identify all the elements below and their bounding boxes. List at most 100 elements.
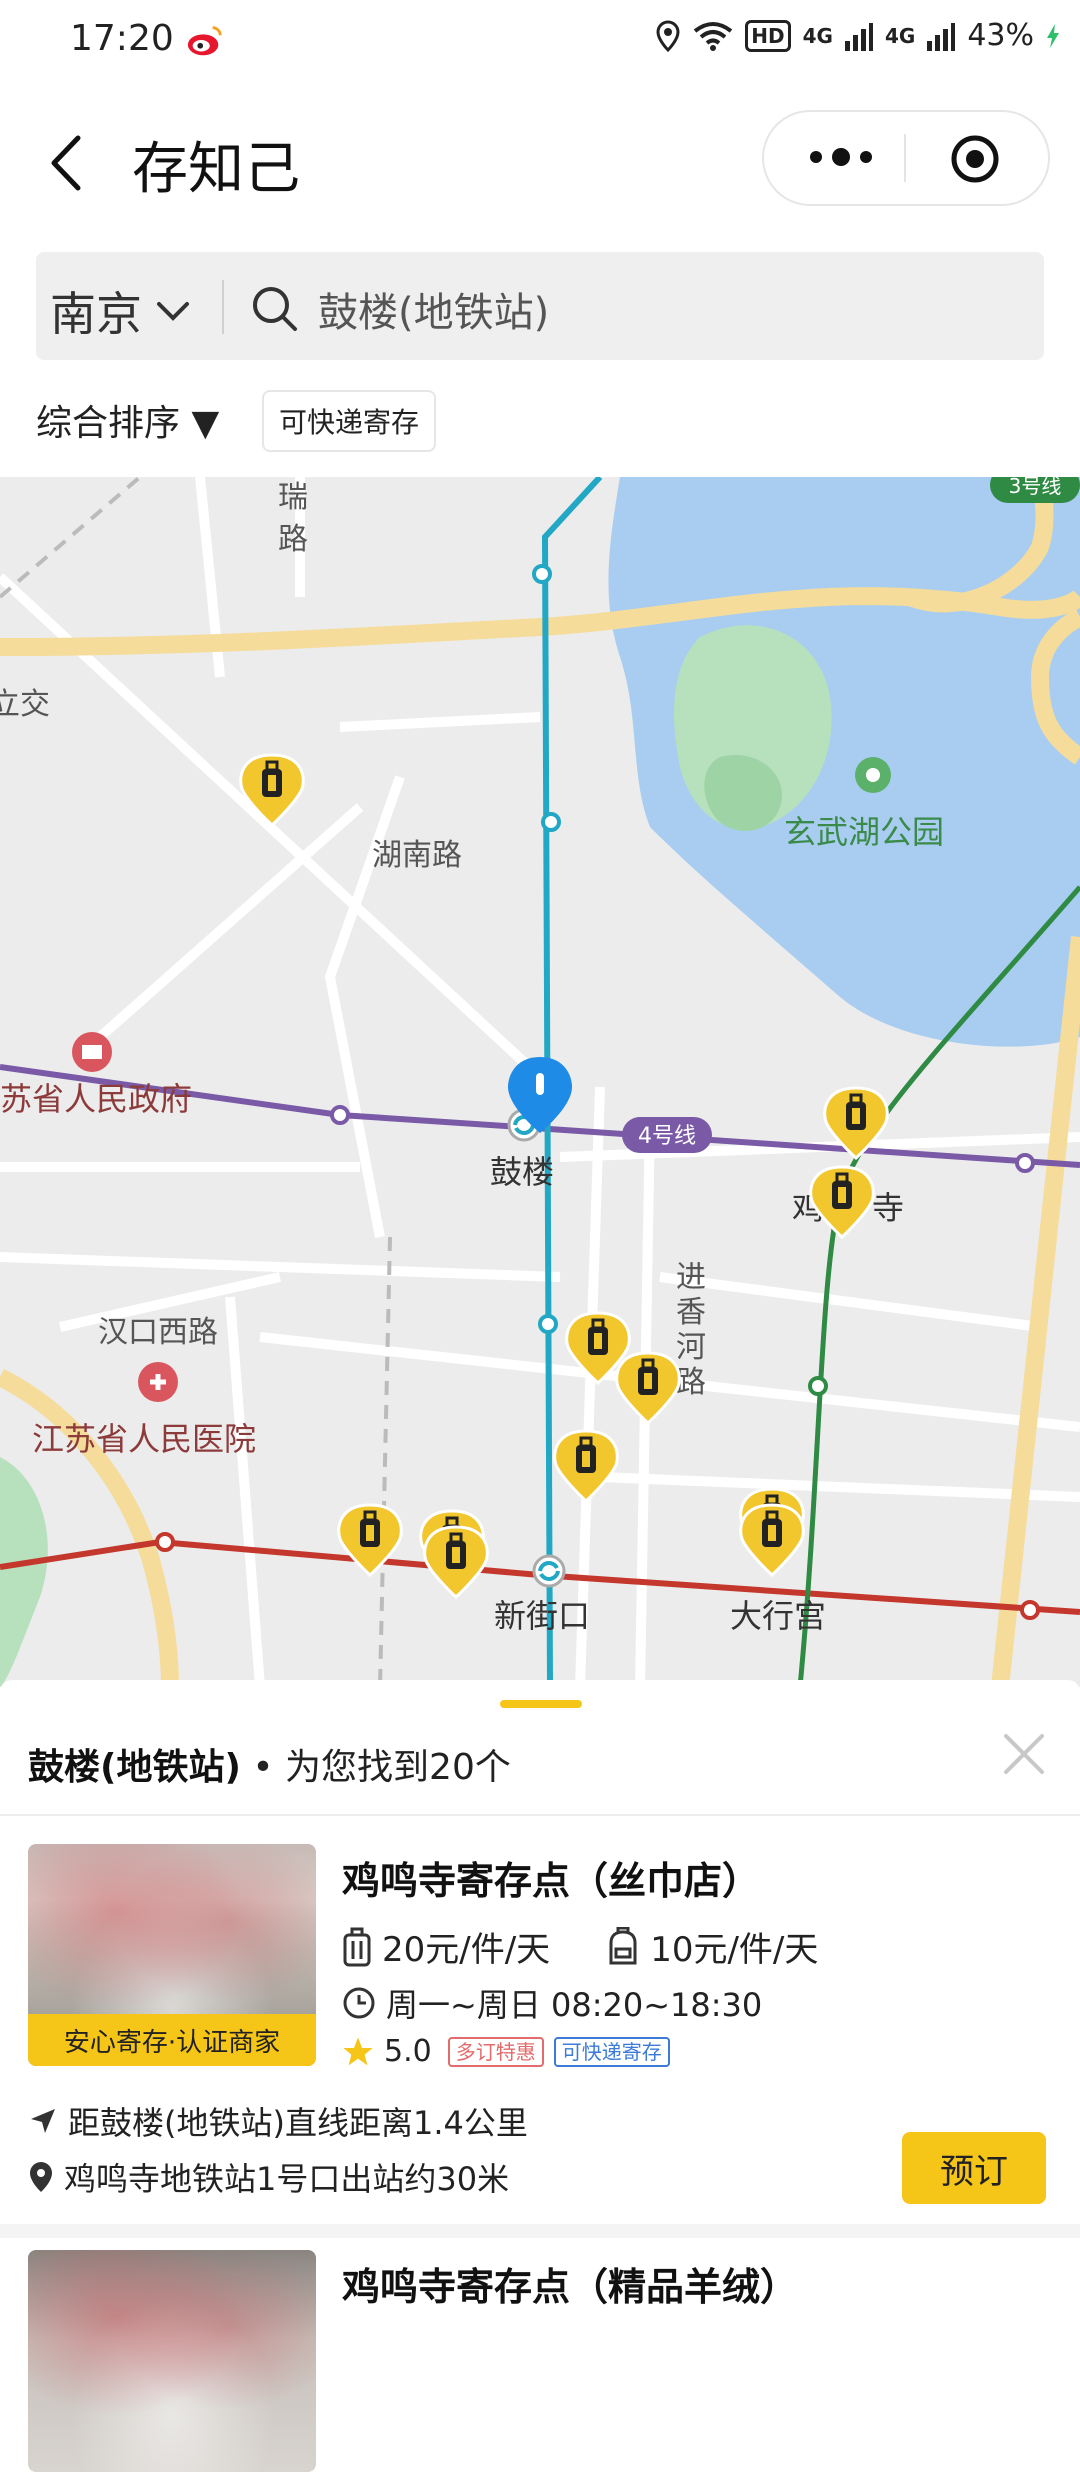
close-target-icon[interactable]: [950, 134, 1000, 184]
search-divider: [222, 280, 224, 334]
storage-pin-icon[interactable]: [615, 1351, 681, 1426]
metro-station-dot: [1015, 1153, 1035, 1173]
battery-level: 43%: [967, 18, 1034, 53]
chevron-down-icon: [157, 302, 189, 321]
map-label-gulou: 鼓楼: [490, 1153, 554, 1191]
results-header: 鼓楼(地铁站) • 为您找到20个: [28, 1738, 511, 1790]
book-button[interactable]: 预订: [902, 2132, 1046, 2204]
storage-pin-icon[interactable]: [423, 1525, 489, 1600]
certified-badge: 安心寄存·认证商家: [28, 2014, 316, 2066]
sort-dropdown[interactable]: 综合排序 ▼: [36, 394, 219, 446]
map-label-hunan-road: 湖南路: [372, 838, 462, 873]
government-poi-icon: [72, 1032, 112, 1072]
line-4-label: 4号线: [638, 1124, 696, 1149]
map-canvas[interactable]: 4号线 3号线 瑞 路 立交 湖南路 汉口西路 进 香 河 路 玄武湖公园 苏省…: [0, 477, 1080, 1687]
left-park: [0, 1457, 48, 1687]
hospital-poi-icon: [138, 1362, 178, 1402]
price-row: 20元/件/天 10元/件/天: [342, 1922, 818, 1971]
map-label-xiang: 香: [676, 1295, 706, 1330]
rating-row: 5.0 多订特惠 可快递寄存: [342, 2034, 670, 2069]
map-label-provincial-hospital: 江苏省人民医院: [32, 1420, 256, 1458]
store-photo: [28, 2250, 316, 2472]
hd-badge: HD: [745, 19, 791, 52]
search-input[interactable]: 鼓楼(地铁站): [318, 280, 549, 338]
listing-title: 鸡鸣寺寄存点（丝巾店）: [342, 1859, 761, 1903]
rating-score: 5.0: [384, 2034, 432, 2069]
suitcase-price: 20元/件/天: [382, 1930, 551, 1970]
signal-2-label: 4G: [884, 23, 916, 48]
storage-pin-icon[interactable]: [553, 1429, 619, 1504]
map-label-lu: 路: [278, 522, 308, 557]
hours-row: 周一~周日 08:20~18:30: [342, 1980, 762, 2026]
metro-station-dot: [155, 1532, 175, 1552]
map-label-si: 寺: [872, 1189, 904, 1227]
map-label-provincial-gov: 苏省人民政府: [0, 1080, 192, 1118]
deal-tag: 多订特惠: [447, 2036, 544, 2067]
suitcase-icon: [343, 1927, 371, 1966]
status-bar: 17:20 HD 4G 4G 43%: [0, 0, 1080, 80]
title-bar: 存知己: [0, 110, 1080, 220]
metro-station-dot: [541, 812, 561, 832]
backpack-icon: [609, 1926, 637, 1964]
listing-title: 鸡鸣寺寄存点（精品羊绒）: [342, 2265, 799, 2309]
status-time: 17:20: [70, 18, 174, 59]
results-count: • 为您找到20个: [252, 1747, 511, 1788]
map-label-rui: 瑞: [278, 480, 308, 515]
search-bar[interactable]: 南京 鼓楼(地铁站): [36, 252, 1044, 360]
signal-icon: [844, 22, 873, 51]
wifi-icon: [694, 21, 733, 51]
interchange-xinjiekou: [532, 1554, 566, 1588]
map-label-daxinggong: 大行宫: [730, 1597, 826, 1635]
map-label-jin: 进: [676, 1260, 706, 1295]
listing-card[interactable]: 鸡鸣寺寄存点（精品羊绒）: [0, 2250, 1080, 2472]
mini-program-capsule: [762, 110, 1050, 206]
clock-icon: [343, 1987, 375, 2019]
sheet-grabber[interactable]: [500, 1700, 582, 1708]
signal-1-label: 4G: [802, 23, 833, 48]
distance-line: 距鼓楼(地铁站)直线距离1.4公里: [28, 2098, 528, 2144]
star-icon: [343, 2036, 373, 2065]
listing-card[interactable]: 安心寄存·认证商家 鸡鸣寺寄存点（丝巾店） 20元/件/天 10元/件/天 周一…: [0, 1844, 1080, 2204]
city-label: 南京: [50, 287, 142, 341]
map-label-xinjiekou: 新街口: [494, 1597, 590, 1635]
distance-text: 距鼓楼(地铁站)直线距离1.4公里: [68, 2104, 528, 2142]
location-icon: [656, 19, 680, 52]
location-text: 鸡鸣寺地铁站1号口出站约30米: [64, 2160, 510, 2198]
capsule-divider: [904, 134, 906, 182]
search-icon: [253, 287, 297, 331]
metro-station-dot: [330, 1105, 350, 1125]
store-photo: 安心寄存·认证商家: [28, 1844, 316, 2066]
metro-station-dot: [538, 1314, 558, 1334]
park-poi-icon: [855, 757, 891, 793]
location-line: 鸡鸣寺地铁站1号口出站约30米: [28, 2154, 509, 2200]
results-sheet: 鼓楼(地铁站) • 为您找到20个 安心寄存·认证商家 鸡鸣寺寄存点（丝巾店） …: [0, 1680, 1080, 2472]
navigation-arrow-icon: [31, 2109, 55, 2133]
page-title: 存知己: [132, 137, 300, 202]
metro-station-dot: [1020, 1600, 1040, 1620]
line-3-label: 3号线: [1009, 477, 1062, 498]
map-label-hankou-west-road: 汉口西路: [98, 1315, 218, 1350]
more-icon[interactable]: [806, 142, 876, 172]
rail-1: [0, 477, 142, 599]
weibo-icon: [187, 26, 222, 56]
map-view[interactable]: 4号线 3号线 瑞 路 立交 湖南路 汉口西路 进 香 河 路 玄武湖公园 苏省…: [0, 477, 1080, 1687]
city-selector[interactable]: 南京: [50, 278, 190, 344]
opening-hours: 周一~周日 08:20~18:30: [386, 1986, 763, 2024]
bag-price: 10元/件/天: [650, 1930, 819, 1970]
store-photo-blur: [28, 2250, 316, 2472]
charging-icon: [1047, 23, 1059, 48]
storage-pin-icon[interactable]: [739, 1503, 805, 1578]
map-label-lijiao: 立交: [0, 687, 50, 722]
map-label-he: 河: [676, 1330, 706, 1365]
express-tag: 可快递寄存: [553, 2036, 670, 2067]
results-station: 鼓楼(地铁站): [28, 1747, 241, 1788]
map-label-xuanwu-park: 玄武湖公园: [784, 813, 944, 851]
close-icon[interactable]: [1000, 1730, 1048, 1778]
express-storage-filter[interactable]: 可快递寄存: [262, 390, 436, 452]
back-icon[interactable]: [40, 128, 100, 198]
sheet-divider: [0, 1814, 1080, 1816]
map-pin-icon: [30, 2162, 52, 2192]
card-separator: [0, 2224, 1080, 2238]
signal-icon-2: [927, 22, 956, 51]
rail-2: [378, 1236, 392, 1687]
